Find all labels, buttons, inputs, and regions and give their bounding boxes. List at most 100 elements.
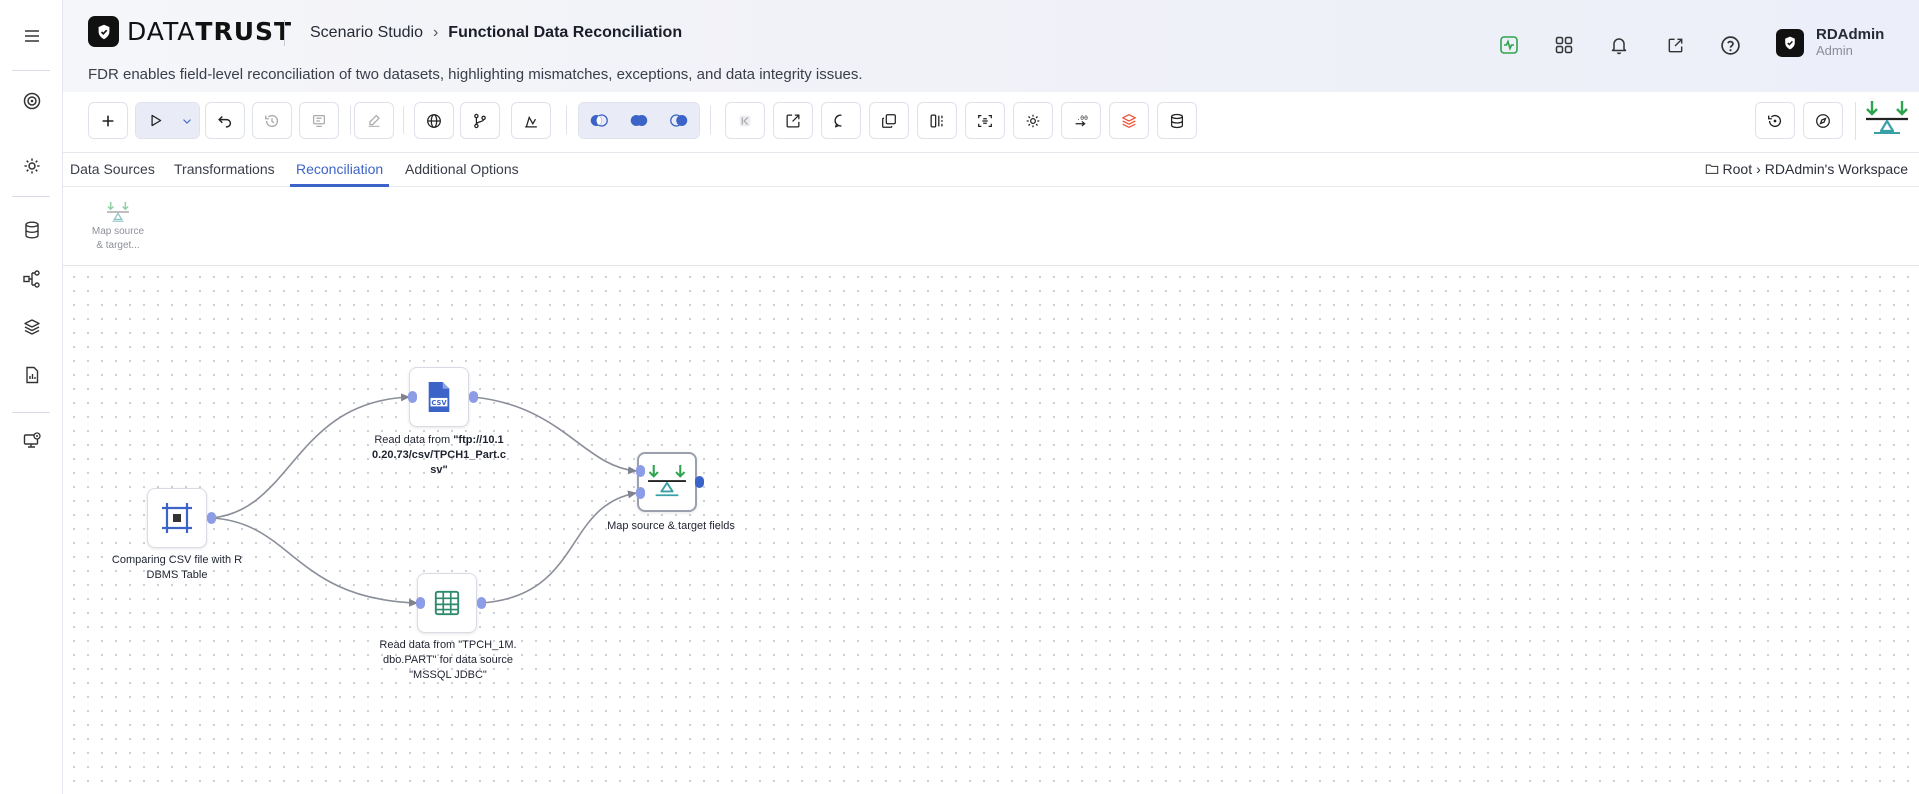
validate-button[interactable] — [299, 102, 339, 139]
tab-reconciliation[interactable]: Reconciliation — [290, 153, 390, 187]
csv-node-out-port[interactable] — [469, 391, 478, 403]
page-subtitle: FDR enables field-level reconciliation o… — [88, 66, 863, 83]
folder-icon — [1705, 164, 1718, 174]
restore-button[interactable] — [1755, 102, 1795, 139]
toolbar-divider — [566, 106, 567, 134]
databricks-button[interactable] — [1109, 102, 1149, 139]
map-source-target-node[interactable] — [637, 452, 697, 512]
sidebar-divider — [12, 412, 50, 413]
add-button[interactable] — [88, 102, 128, 139]
copy-button[interactable] — [869, 102, 909, 139]
grid-icon[interactable] — [1552, 33, 1576, 57]
chart-button[interactable] — [511, 102, 551, 139]
palette-item-label-1: Map source — [91, 226, 145, 237]
monitor-icon[interactable] — [0, 421, 63, 461]
toolbar-divider — [1855, 102, 1856, 140]
table-node-label: Read data from "TPCH_1M. dbo.PART" for d… — [379, 639, 517, 681]
layers-icon[interactable] — [0, 307, 63, 347]
scan-button[interactable] — [965, 102, 1005, 139]
globe-button[interactable] — [414, 102, 454, 139]
compass-button[interactable] — [1803, 102, 1843, 139]
left-join-icon — [590, 114, 608, 127]
csv-node[interactable]: CSV — [409, 367, 469, 427]
undo-button[interactable] — [205, 102, 245, 139]
export-button[interactable] — [773, 102, 813, 139]
palette-item-label-2: & target... — [96, 240, 140, 251]
map-node-in-port-1[interactable] — [636, 465, 645, 477]
workspace-root[interactable]: Root — [1723, 161, 1753, 177]
workspace-breadcrumb: Root › RDAdmin's Workspace — [1705, 161, 1908, 177]
settings-icon[interactable] — [0, 146, 63, 186]
nodes-icon[interactable] — [0, 259, 63, 299]
table-grid-icon — [434, 590, 460, 616]
sidebar-divider — [12, 196, 50, 197]
compare-button[interactable] — [917, 102, 957, 139]
join-type-group — [578, 102, 700, 139]
avatar — [1776, 29, 1804, 57]
svg-text:CSV: CSV — [431, 399, 447, 407]
csv-file-icon: CSV — [428, 382, 450, 412]
table-node-out-port[interactable] — [477, 597, 486, 609]
user-menu[interactable]: RDAdmin Admin — [1776, 27, 1884, 59]
map-node-in-port-2[interactable] — [636, 487, 645, 499]
brand-logo[interactable]: DATATRUST — [88, 16, 292, 47]
left-sidebar — [0, 0, 63, 794]
toolbar-divider — [350, 106, 351, 134]
header-divider — [284, 20, 285, 46]
report-icon[interactable] — [0, 355, 63, 395]
palette-item-map-source-target[interactable]: Map source & target... — [71, 201, 165, 253]
menu-icon[interactable] — [0, 16, 63, 56]
tab-additional-options[interactable]: Additional Options — [405, 153, 519, 187]
source-node-out-port[interactable] — [207, 512, 216, 524]
workspace-name[interactable]: RDAdmin's Workspace — [1765, 161, 1908, 177]
edge-table-to-map — [480, 490, 637, 604]
map-node-label: Map source & target fields — [607, 520, 735, 532]
database-button[interactable] — [1157, 102, 1197, 139]
select-frame-icon — [162, 503, 192, 533]
edit-button[interactable] — [354, 102, 394, 139]
run-button-group — [135, 102, 200, 139]
toolbar-divider — [403, 106, 404, 134]
full-join-icon — [630, 115, 648, 126]
flow-canvas[interactable]: Comparing CSV file with R DBMS Table CSV… — [63, 266, 1919, 794]
chevron-down-icon — [182, 118, 191, 124]
tab-transformations[interactable]: Transformations — [174, 153, 275, 187]
inner-join-button[interactable] — [619, 103, 659, 138]
csv-node-label: Read data from "ftp://10.1 0.20.73/csv/T… — [372, 434, 506, 476]
right-join-button[interactable] — [659, 103, 699, 138]
database-icon[interactable] — [0, 210, 63, 250]
scale-icon — [648, 464, 686, 497]
first-button[interactable] — [725, 102, 765, 139]
csv-node-in-port[interactable] — [408, 391, 417, 403]
toolbar: .00 — [63, 92, 1919, 152]
run-button[interactable] — [136, 103, 174, 138]
breadcrumb-separator: › — [432, 24, 439, 41]
brand-name: DATATRUST — [127, 17, 293, 46]
sidebar-divider — [12, 70, 50, 71]
history-button[interactable] — [252, 102, 292, 139]
target-icon[interactable] — [0, 81, 63, 121]
map-node-out-port[interactable] — [695, 476, 704, 488]
page-header: DATATRUST Scenario Studio › Functional D… — [63, 0, 1919, 92]
user-name: RDAdmin — [1816, 26, 1885, 43]
help-icon[interactable] — [1718, 33, 1742, 57]
tab-data-sources[interactable]: Data Sources — [70, 153, 155, 187]
source-node[interactable] — [147, 488, 207, 548]
component-palette: Map source & target... — [63, 187, 1919, 266]
left-join-button[interactable] — [579, 103, 619, 138]
reconcile-scale-icon[interactable] — [1864, 99, 1910, 141]
table-node[interactable] — [417, 573, 477, 633]
branch-button[interactable] — [460, 102, 500, 139]
external-link-icon[interactable] — [1663, 33, 1687, 57]
run-options-dropdown[interactable] — [174, 103, 199, 138]
comment-button[interactable] — [821, 102, 861, 139]
bell-icon[interactable] — [1607, 33, 1631, 57]
breadcrumb-parent[interactable]: Scenario Studio — [310, 24, 423, 42]
gear-button[interactable] — [1013, 102, 1053, 139]
table-node-in-port[interactable] — [416, 597, 425, 609]
page-title: Functional Data Reconciliation — [448, 24, 683, 41]
activity-icon[interactable] — [1497, 33, 1521, 57]
toolbar-divider — [710, 106, 711, 134]
transform-button[interactable]: .00 — [1061, 102, 1101, 139]
scale-icon — [107, 201, 129, 222]
